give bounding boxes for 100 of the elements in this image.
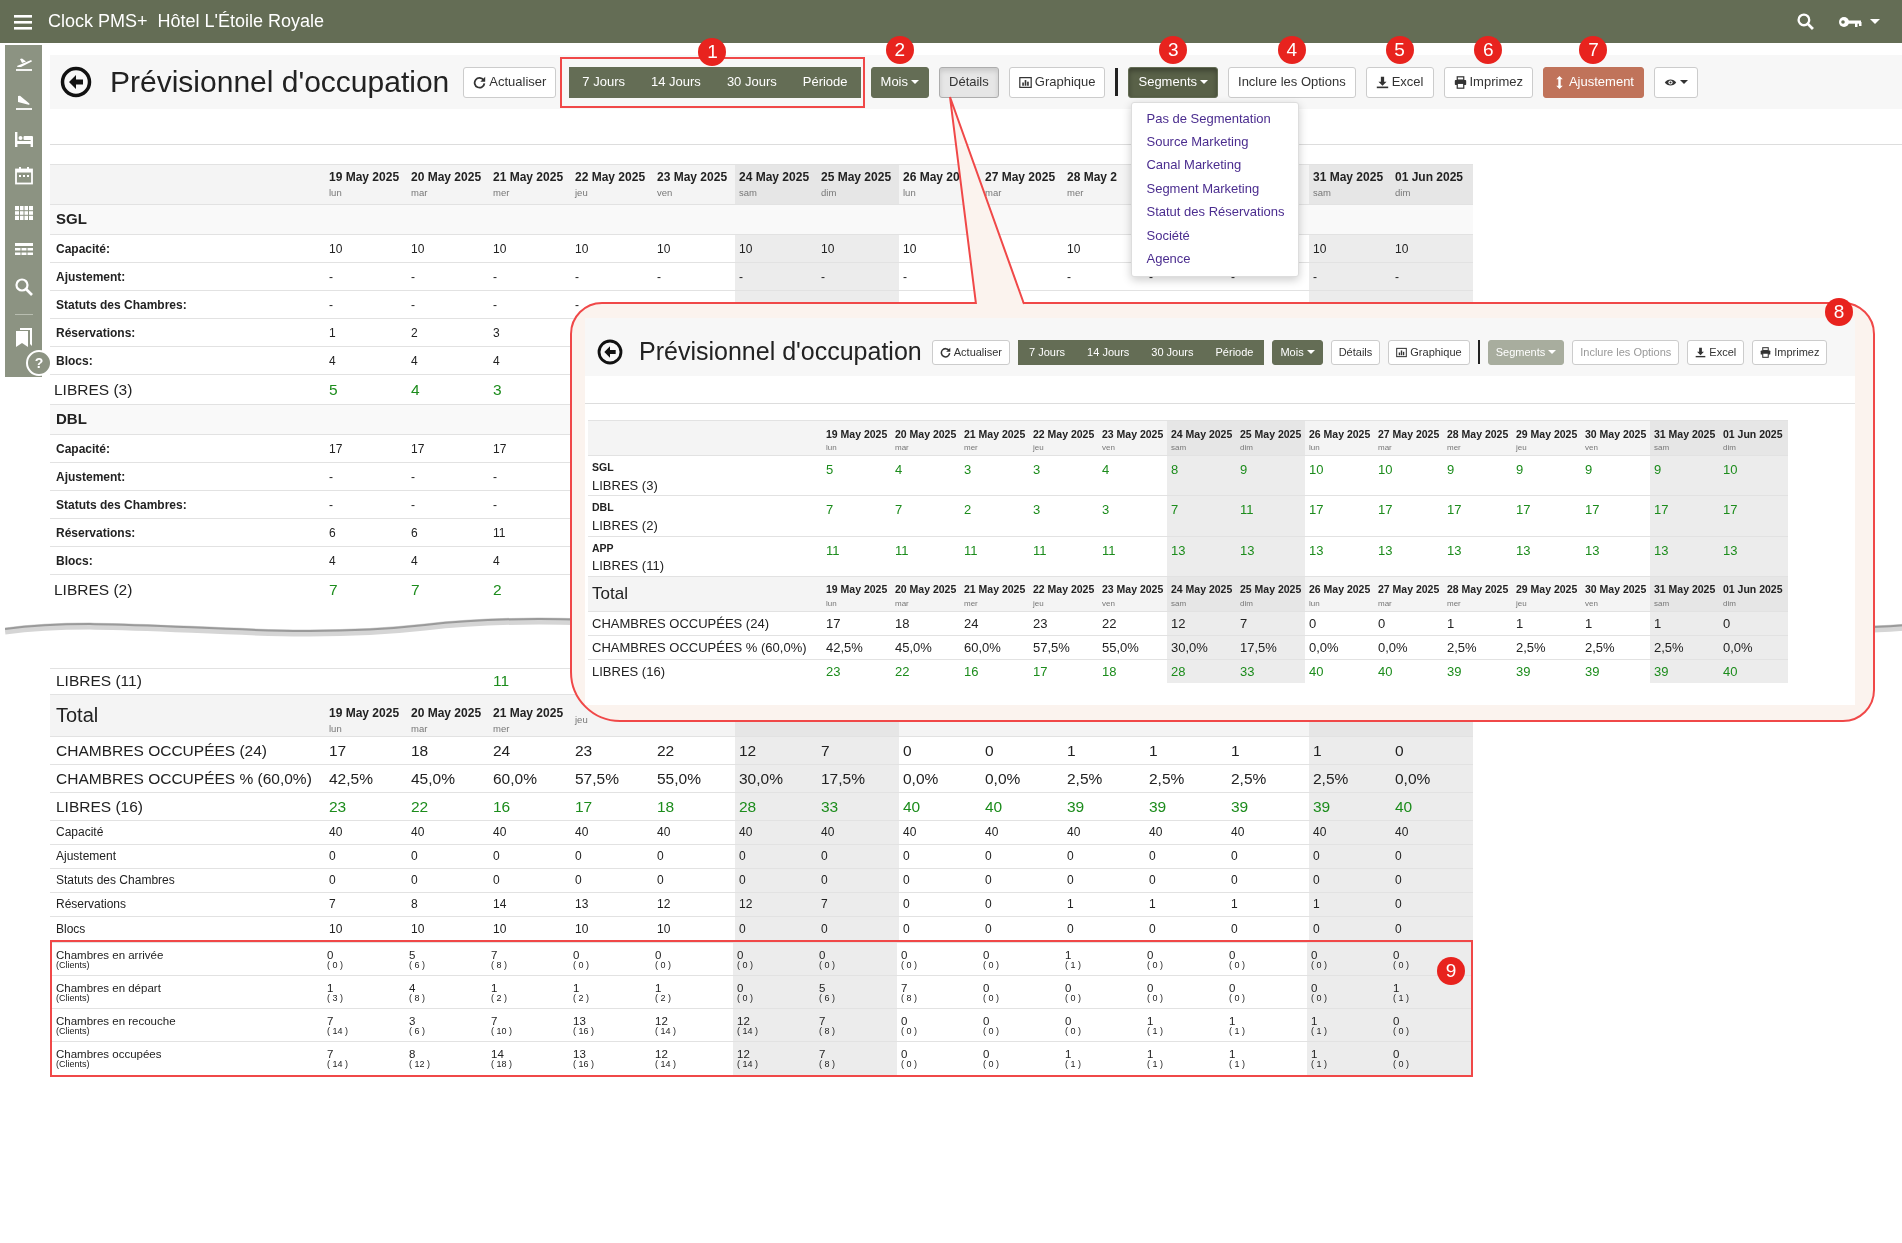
table-cell: 40 xyxy=(1391,792,1473,821)
table-cell: 39 xyxy=(1145,792,1227,821)
dropdown-button[interactable] xyxy=(1654,66,1698,98)
toolbar-button[interactable]: Imprimez xyxy=(1443,66,1533,98)
table-cell: 11 xyxy=(1236,495,1305,536)
table-cell: 0 xyxy=(735,844,817,869)
toolbar-button[interactable]: Excel xyxy=(1687,339,1745,365)
back-button[interactable] xyxy=(60,66,92,98)
table-cell: 40 xyxy=(981,792,1063,821)
clients-label: (Clients) xyxy=(56,1026,91,1036)
period-button[interactable]: 30 Jours xyxy=(713,66,790,98)
table-cell: 0 xyxy=(1309,844,1391,869)
period-button[interactable]: Période xyxy=(789,66,861,98)
toolbar-button[interactable]: Excel xyxy=(1365,66,1434,98)
row-label: LIBRES (2) xyxy=(50,574,325,605)
client-count: ( 14 ) xyxy=(737,1026,759,1036)
cell-value: 0 xyxy=(1393,948,1400,961)
toolbar-button[interactable]: Détails xyxy=(939,66,999,98)
period-button[interactable]: 14 Jours xyxy=(638,66,714,98)
period-button[interactable]: Période xyxy=(1204,339,1265,365)
table-cell: 60,0% xyxy=(960,635,1029,660)
cell-value: 4 xyxy=(409,981,416,994)
column-date: 22 May 2025 xyxy=(575,169,647,187)
table-cell: 39 xyxy=(1063,792,1145,821)
client-count: ( 0 ) xyxy=(983,993,1000,1003)
table-cell: 0 xyxy=(571,868,653,893)
table-cell: 7 xyxy=(1167,495,1236,536)
bed-icon[interactable] xyxy=(13,129,34,149)
table-cell: 4 xyxy=(407,346,489,375)
table-cell: 0,0% xyxy=(1305,635,1374,660)
table-cell: 0 xyxy=(1391,916,1473,941)
table-title: Total xyxy=(588,576,822,612)
table-cell: 0 xyxy=(981,868,1063,893)
table-cell: 40 xyxy=(571,820,653,845)
table-cell: 1 xyxy=(1650,611,1719,636)
row-label: Blocs: xyxy=(50,346,325,375)
column-day: sam xyxy=(1654,442,1715,455)
table-cell: 10 xyxy=(489,234,571,263)
toolbar-button[interactable]: Actualiser xyxy=(463,66,557,98)
client-count: ( 0 ) xyxy=(819,960,836,970)
period-button[interactable]: 14 Jours xyxy=(1076,339,1141,365)
table-cell: 57,5% xyxy=(571,764,653,793)
cell-value: 1 xyxy=(1065,1047,1072,1060)
menu-icon[interactable] xyxy=(14,13,32,30)
table-cell: 40 xyxy=(1391,820,1473,845)
table-cell: 40 xyxy=(735,820,817,845)
bookmark-icon[interactable] xyxy=(13,327,34,347)
table-cell: 0 xyxy=(1391,892,1473,917)
dropdown-button[interactable]: Mois xyxy=(870,66,929,98)
toolbar-button[interactable]: Actualiser xyxy=(931,339,1011,365)
row-label: Réservations: xyxy=(50,318,325,347)
toolbar-button[interactable]: Inclure les Options xyxy=(1228,66,1356,98)
table-cell: 2,5% xyxy=(1443,635,1512,660)
cell-value: 0 xyxy=(1393,1014,1400,1027)
table-cell: 40 xyxy=(407,820,489,845)
table-cell: 28 xyxy=(735,792,817,821)
grid-icon[interactable] xyxy=(13,203,34,223)
column-day: mer xyxy=(964,598,1025,611)
refresh-icon xyxy=(939,346,951,358)
table-cell: 42,5% xyxy=(822,635,891,660)
toolbar-button[interactable]: Graphique xyxy=(1388,339,1470,365)
table-cell: 2,5% xyxy=(1309,764,1391,793)
calendar-icon[interactable] xyxy=(13,166,34,186)
menu-item[interactable]: Source Marketing xyxy=(1132,129,1299,154)
search-icon[interactable] xyxy=(1797,13,1814,30)
back-button[interactable] xyxy=(597,339,623,365)
toolbar-button[interactable]: Détails xyxy=(1330,339,1381,365)
row-label: CHAMBRES OCCUPÉES (24) xyxy=(50,736,325,765)
cell-value: 0 xyxy=(983,948,990,961)
toolbar-button[interactable]: Graphique xyxy=(1008,66,1106,98)
toolbar-button[interactable]: Imprimez xyxy=(1752,339,1828,365)
toolbar-button[interactable]: Ajustement xyxy=(1542,66,1644,98)
menu-item[interactable]: Canal Marketing xyxy=(1132,153,1299,177)
dropdown-button[interactable]: Segments xyxy=(1128,66,1219,98)
caret-icon xyxy=(911,80,919,84)
table-cell: 12 xyxy=(735,736,817,765)
menu-item[interactable]: Statut des Réservations xyxy=(1132,200,1299,224)
table-cell: 1 xyxy=(1309,736,1391,765)
table-cell: 7 xyxy=(325,574,407,605)
menu-item[interactable]: Pas de Segmentation xyxy=(1132,106,1299,130)
column-date: 26 May 2025 xyxy=(1309,582,1370,598)
period-button[interactable]: 7 Jours xyxy=(569,66,638,98)
table-cell: - xyxy=(489,290,571,319)
table-cell: 39 xyxy=(1443,659,1512,684)
dropdown-button[interactable]: Mois xyxy=(1272,339,1323,365)
client-count: ( 0 ) xyxy=(983,1026,1000,1036)
period-button[interactable]: 30 Jours xyxy=(1140,339,1205,365)
table-cell: 0 xyxy=(1391,736,1473,765)
cell-value: 12 xyxy=(737,1014,750,1027)
table-cell: 0 xyxy=(1719,611,1788,636)
table-cell: 0 xyxy=(325,844,407,869)
caret-icon[interactable] xyxy=(1870,19,1880,24)
search-icon[interactable] xyxy=(13,277,34,297)
page-title: Prévisionnel d'occupation xyxy=(110,64,450,100)
cell-value: 0 xyxy=(655,948,662,961)
table-cell: 23 xyxy=(1029,611,1098,636)
table-cell: 7 xyxy=(817,892,899,917)
table-cell: 3 xyxy=(960,455,1029,496)
period-button[interactable]: 7 Jours xyxy=(1018,339,1077,365)
table-cell: 0,0% xyxy=(1391,764,1473,793)
